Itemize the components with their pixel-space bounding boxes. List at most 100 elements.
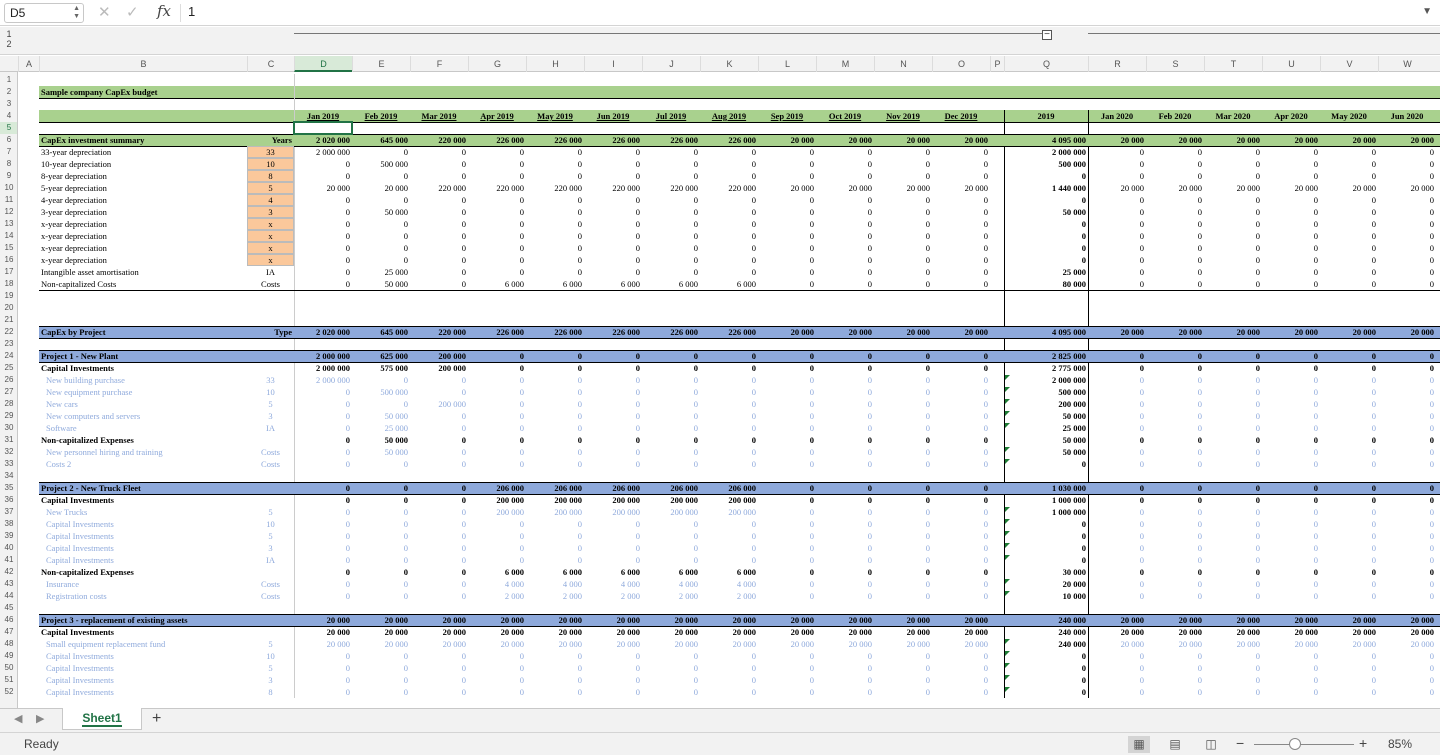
column-header-m[interactable]: M [816, 56, 874, 72]
row-header-33[interactable]: 33 [0, 458, 17, 470]
column-header-w[interactable]: W [1378, 56, 1436, 72]
row-header-35[interactable]: 35 [0, 482, 17, 494]
row-header-23[interactable]: 23 [0, 338, 17, 350]
zoom-slider[interactable] [1254, 744, 1354, 745]
row-header-6[interactable]: 6 [0, 134, 17, 146]
column-header-j[interactable]: J [642, 56, 700, 72]
column-header-g[interactable]: G [468, 56, 526, 72]
row-header-46[interactable]: 46 [0, 614, 17, 626]
outline-levels[interactable]: 1 2 [0, 29, 18, 49]
row-header-29[interactable]: 29 [0, 410, 17, 422]
row-header-31[interactable]: 31 [0, 434, 17, 446]
row-header-22[interactable]: 22 [0, 326, 17, 338]
next-sheet-icon[interactable]: ▶ [36, 712, 44, 725]
row-header-13[interactable]: 13 [0, 218, 17, 230]
column-header-d[interactable]: D [294, 56, 352, 72]
page-layout-icon[interactable]: ▤ [1164, 736, 1186, 753]
sheet-tab-sheet1[interactable]: Sheet1 [62, 708, 142, 730]
row-header-48[interactable]: 48 [0, 638, 17, 650]
row-header-9[interactable]: 9 [0, 170, 17, 182]
outline-collapse-button[interactable]: − [1042, 30, 1052, 40]
outline-level-2[interactable]: 2 [0, 39, 18, 49]
prev-sheet-icon[interactable]: ◀ [14, 712, 22, 725]
value-cell: 20 000 [500, 615, 524, 625]
row-header-16[interactable]: 16 [0, 254, 17, 266]
column-header-n[interactable]: N [874, 56, 932, 72]
row-header-34[interactable]: 34 [0, 470, 17, 482]
row-header-27[interactable]: 27 [0, 386, 17, 398]
column-header-a[interactable]: A [18, 56, 39, 72]
row-header-5[interactable]: 5 [0, 122, 17, 134]
enter-icon[interactable]: ✓ [126, 3, 139, 21]
normal-view-icon[interactable]: ▦ [1128, 736, 1150, 753]
row-header-10[interactable]: 10 [0, 182, 17, 194]
column-header-p[interactable]: P [990, 56, 1004, 72]
row-header-42[interactable]: 42 [0, 566, 17, 578]
row-header-17[interactable]: 17 [0, 266, 17, 278]
row-header-36[interactable]: 36 [0, 494, 17, 506]
row-header-1[interactable]: 1 [0, 74, 17, 86]
column-header-f[interactable]: F [410, 56, 468, 72]
row-header-51[interactable]: 51 [0, 674, 17, 686]
selected-cell-d5[interactable] [293, 121, 353, 135]
row-header-45[interactable]: 45 [0, 602, 17, 614]
row-header-7[interactable]: 7 [0, 146, 17, 158]
row-header-52[interactable]: 52 [0, 686, 17, 698]
row-header-3[interactable]: 3 [0, 98, 17, 110]
column-header-l[interactable]: L [758, 56, 816, 72]
row-header-44[interactable]: 44 [0, 590, 17, 602]
row-header-49[interactable]: 49 [0, 650, 17, 662]
row-header-38[interactable]: 38 [0, 518, 17, 530]
row-header-41[interactable]: 41 [0, 554, 17, 566]
column-header-h[interactable]: H [526, 56, 584, 72]
column-header-s[interactable]: S [1146, 56, 1204, 72]
row-header-19[interactable]: 19 [0, 290, 17, 302]
row-header-32[interactable]: 32 [0, 446, 17, 458]
sheet-grid[interactable]: Sample company CapEx budget Jan 2019 Feb 2… [18, 72, 1440, 708]
row-header-11[interactable]: 11 [0, 194, 17, 206]
page-break-icon[interactable]: ◫ [1200, 736, 1222, 753]
column-header-v[interactable]: V [1320, 56, 1378, 72]
row-header-50[interactable]: 50 [0, 662, 17, 674]
row-header-39[interactable]: 39 [0, 530, 17, 542]
column-header-r[interactable]: R [1088, 56, 1146, 72]
name-box-stepper-icon[interactable]: ▲ ▼ [73, 5, 80, 21]
row-header-47[interactable]: 47 [0, 626, 17, 638]
row-header-12[interactable]: 12 [0, 206, 17, 218]
row-header-20[interactable]: 20 [0, 302, 17, 314]
row-header-4[interactable]: 4 [0, 110, 17, 122]
row-header-21[interactable]: 21 [0, 314, 17, 326]
column-header-o[interactable]: O [932, 56, 990, 72]
row-header-15[interactable]: 15 [0, 242, 17, 254]
row-header-28[interactable]: 28 [0, 398, 17, 410]
column-header-c[interactable]: C [247, 56, 294, 72]
row-header-8[interactable]: 8 [0, 158, 17, 170]
row-header-43[interactable]: 43 [0, 578, 17, 590]
cancel-icon[interactable]: ✕ [98, 3, 111, 21]
zoom-slider-thumb[interactable] [1289, 738, 1301, 750]
row-header-26[interactable]: 26 [0, 374, 17, 386]
row-header-37[interactable]: 37 [0, 506, 17, 518]
column-header-k[interactable]: K [700, 56, 758, 72]
name-box[interactable]: D5 ▲ ▼ [4, 3, 84, 23]
row-header-25[interactable]: 25 [0, 362, 17, 374]
zoom-out-button[interactable]: − [1236, 735, 1244, 751]
column-header-e[interactable]: E [352, 56, 410, 72]
row-header-18[interactable]: 18 [0, 278, 17, 290]
row-header-2[interactable]: 2 [0, 86, 17, 98]
column-header-u[interactable]: U [1262, 56, 1320, 72]
column-header-i[interactable]: I [584, 56, 642, 72]
column-header-b[interactable]: B [39, 56, 247, 72]
zoom-in-button[interactable]: + [1359, 735, 1367, 751]
row-header-40[interactable]: 40 [0, 542, 17, 554]
expand-formula-bar-icon[interactable]: ▼ [1422, 6, 1432, 17]
insert-function-icon[interactable]: fx [157, 2, 171, 20]
column-header-q[interactable]: Q [1004, 56, 1088, 72]
row-header-14[interactable]: 14 [0, 230, 17, 242]
row-header-24[interactable]: 24 [0, 350, 17, 362]
formula-input[interactable]: 1 [188, 4, 195, 19]
column-header-t[interactable]: T [1204, 56, 1262, 72]
outline-level-1[interactable]: 1 [0, 29, 18, 39]
row-header-30[interactable]: 30 [0, 422, 17, 434]
add-sheet-button[interactable]: + [152, 710, 161, 728]
